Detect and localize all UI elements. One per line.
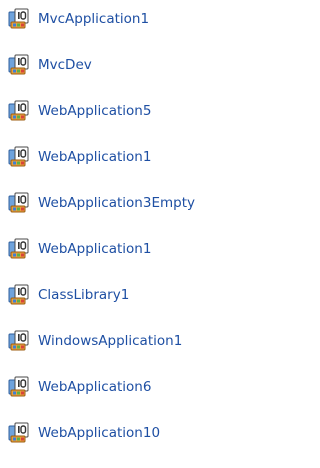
recent-project-item[interactable]: WebApplication6	[0, 373, 275, 401]
vb-project-icon	[8, 330, 29, 351]
recent-project-link[interactable]: WebApplication6	[38, 378, 151, 396]
vb-project-icon	[8, 100, 29, 121]
vb-project-icon	[8, 146, 29, 167]
vb-project-icon	[8, 238, 29, 259]
recent-project-item[interactable]: WebApplication5	[0, 97, 275, 125]
recent-project-link[interactable]: ClassLibrary1	[38, 286, 129, 304]
vb-project-icon	[8, 376, 29, 397]
recent-project-link[interactable]: MvcDev	[38, 56, 92, 74]
recent-project-link[interactable]: WebApplication5	[38, 102, 151, 120]
vb-project-icon	[8, 8, 29, 29]
recent-project-item[interactable]: WebApplication1	[0, 235, 275, 263]
vb-project-icon	[8, 422, 29, 443]
recent-project-link[interactable]: WindowsApplication1	[38, 332, 182, 350]
recent-project-item[interactable]: WebApplication10	[0, 419, 275, 447]
vb-project-icon	[8, 284, 29, 305]
recent-project-item[interactable]: ClassLibrary1	[0, 281, 275, 309]
recent-project-item[interactable]: MvcDev	[0, 51, 275, 79]
vb-project-icon	[8, 192, 29, 213]
recent-project-link[interactable]: WebApplication3Empty	[38, 194, 195, 212]
recent-project-link[interactable]: WebApplication1	[38, 240, 151, 258]
recent-project-item[interactable]: WebApplication3Empty	[0, 189, 275, 217]
vb-project-icon	[8, 54, 29, 75]
recent-project-item[interactable]: WebApplication1	[0, 143, 275, 171]
recent-project-link[interactable]: WebApplication1	[38, 148, 151, 166]
recent-projects-list: MvcApplication1 MvcDev WebApplication5 W…	[0, 0, 275, 468]
recent-project-link[interactable]: WebApplication10	[38, 424, 160, 442]
recent-project-link[interactable]: MvcApplication1	[38, 10, 149, 28]
recent-project-item[interactable]: MvcApplication1	[0, 5, 275, 33]
recent-project-item[interactable]: WindowsApplication1	[0, 327, 275, 355]
